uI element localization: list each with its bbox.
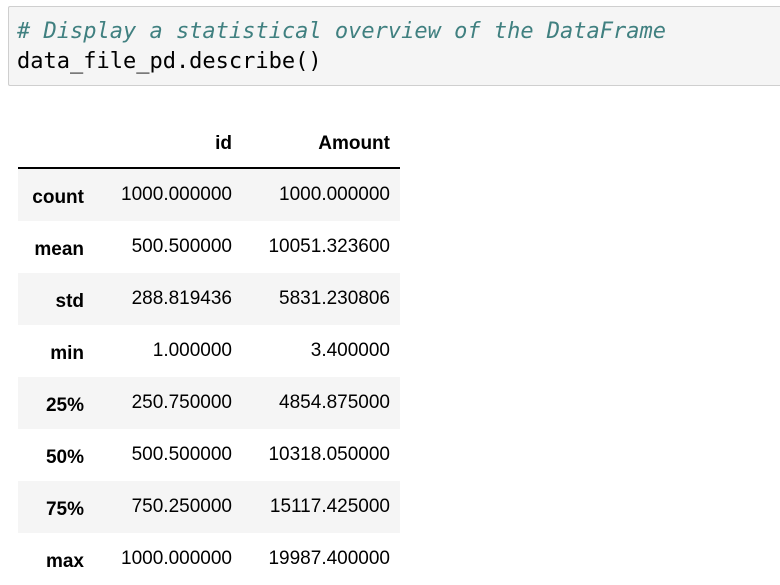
table-row: std 288.819436 5831.230806 xyxy=(18,273,400,325)
table-row: 25% 250.750000 4854.875000 xyxy=(18,377,400,429)
id-cell: 500.500000 xyxy=(131,444,232,465)
id-cell: 1000.000000 xyxy=(121,184,232,205)
id-cell: 1.000000 xyxy=(152,340,232,361)
row-index-label: min xyxy=(50,343,84,364)
code-input-cell[interactable]: # Display a statistical overview of the … xyxy=(8,6,780,86)
amount-cell: 10051.323600 xyxy=(268,236,390,257)
row-index-label: 50% xyxy=(45,447,84,468)
amount-cell: 4854.875000 xyxy=(279,392,390,413)
code-line: data_file_pd.describe() xyxy=(17,49,322,74)
row-index-label: std xyxy=(55,291,85,312)
code-comment: # Display a statistical overview of the … xyxy=(17,19,667,44)
table-row: count 1000.000000 1000.000000 xyxy=(18,168,400,221)
table-row: 50% 500.500000 10318.050000 xyxy=(18,429,400,481)
amount-cell: 19987.400000 xyxy=(268,548,390,569)
amount-cell: 1000.000000 xyxy=(279,184,390,205)
table-row: mean 500.500000 10051.323600 xyxy=(18,221,400,273)
table-header-row: id Amount xyxy=(18,121,400,169)
describe-output-table: id Amount count 1000.000000 1000.000000 … xyxy=(18,121,400,585)
row-index-label: max xyxy=(45,551,84,572)
id-cell: 250.750000 xyxy=(131,392,232,413)
row-index-label: 25% xyxy=(45,395,84,416)
id-cell: 1000.000000 xyxy=(121,548,232,569)
index-column-header xyxy=(18,121,94,169)
id-cell: 288.819436 xyxy=(131,288,232,309)
id-cell: 500.500000 xyxy=(131,236,232,257)
id-cell: 750.250000 xyxy=(131,496,232,517)
table-row: 75% 750.250000 15117.425000 xyxy=(18,481,400,533)
amount-cell: 10318.050000 xyxy=(268,444,390,465)
id-column-header: id xyxy=(94,121,242,169)
amount-cell: 5831.230806 xyxy=(279,288,390,309)
table-row: max 1000.000000 19987.400000 xyxy=(18,533,400,585)
table-row: min 1.000000 3.400000 xyxy=(18,325,400,377)
row-index-label: mean xyxy=(34,239,84,260)
output-area: id Amount count 1000.000000 1000.000000 … xyxy=(18,121,400,585)
amount-cell: 3.400000 xyxy=(310,340,390,361)
amount-cell: 15117.425000 xyxy=(269,496,390,517)
row-index-label: count xyxy=(32,187,84,208)
amount-column-header: Amount xyxy=(242,121,400,169)
row-index-label: 75% xyxy=(45,499,84,520)
